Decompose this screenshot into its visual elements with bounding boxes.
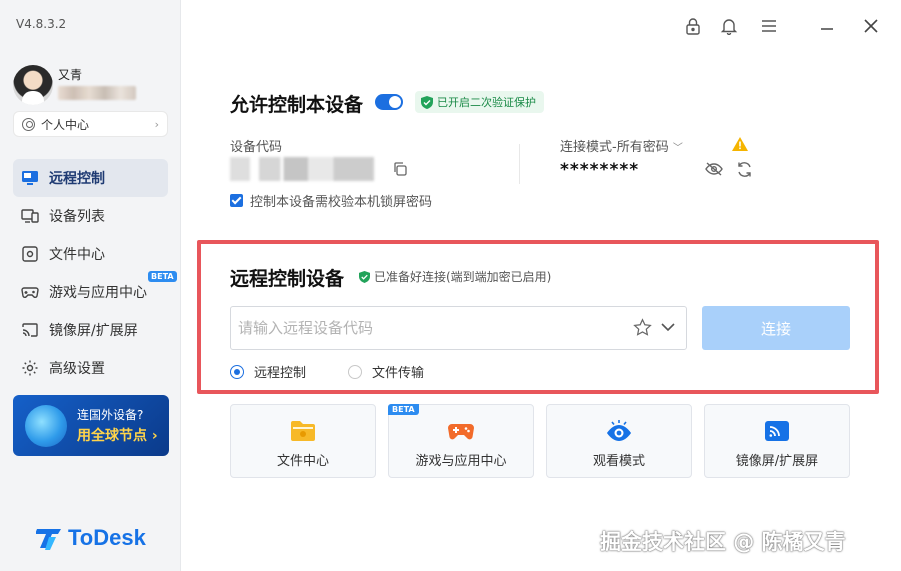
- option-label: 远程控制: [254, 366, 307, 381]
- connect-button[interactable]: 连接: [702, 306, 850, 350]
- radio-file-transfer[interactable]: [348, 364, 362, 379]
- cast-icon: [21, 321, 39, 339]
- bell-icon[interactable]: [717, 14, 741, 38]
- temporary-password: ********: [560, 160, 640, 180]
- remote-code-field[interactable]: [230, 306, 687, 350]
- tile-label: 游戏与应用中心: [415, 454, 507, 469]
- todesk-logo-icon: [36, 529, 61, 550]
- globe-icon: [25, 405, 67, 447]
- option-label: 文件传输: [372, 366, 425, 381]
- lock-icon[interactable]: [681, 14, 705, 38]
- two-factor-badge: 已开启二次验证保护: [415, 91, 544, 113]
- watermark: 掘金技术社区 @ 陈橘又青: [600, 530, 846, 554]
- promo-line2: 用全球节点 ›: [77, 428, 158, 444]
- tile-label: 观看模式: [592, 454, 645, 469]
- monitor-icon: [21, 169, 39, 187]
- sidebar-item-label: 高级设置: [49, 361, 105, 377]
- brand-name: ToDesk: [68, 525, 146, 550]
- chevron-down-icon[interactable]: [659, 318, 677, 340]
- tile-watch-mode[interactable]: 观看模式: [546, 404, 692, 478]
- lock-screen-checkbox-label: 控制本设备需校验本机锁屏密码: [250, 195, 433, 210]
- sidebar-item-mirror-screen[interactable]: 镜像屏/扩展屏: [13, 311, 168, 349]
- chevron-right-icon: ›: [154, 117, 159, 131]
- tile-label: 文件中心: [276, 454, 329, 469]
- version-label: V4.8.3.2: [16, 17, 67, 31]
- personal-center-label: 个人中心: [41, 117, 90, 132]
- divider: [519, 144, 520, 184]
- option-file-transfer[interactable]: 文件传输: [348, 362, 424, 381]
- allow-control-toggle[interactable]: [375, 94, 403, 110]
- gamepad-icon: [448, 424, 474, 440]
- lock-screen-checkbox-row[interactable]: 控制本设备需校验本机锁屏密码: [230, 191, 432, 210]
- two-factor-label: 已开启二次验证保护: [437, 96, 536, 109]
- tile-game-app-center[interactable]: BETA 游戏与应用中心: [388, 404, 534, 478]
- gear-icon: [21, 359, 39, 377]
- user-id-redacted: [58, 86, 136, 100]
- user-icon: [22, 117, 35, 131]
- connection-mode-dropdown[interactable]: 连接模式-所有密码 ﹀: [560, 136, 683, 155]
- lock-screen-checkbox[interactable]: [230, 194, 243, 207]
- personal-center-button[interactable]: 个人中心 ›: [13, 111, 168, 137]
- allow-control-title: 允许控制本设备: [230, 94, 364, 116]
- promo-line1: 连国外设备?: [77, 408, 144, 422]
- file-icon: [21, 245, 39, 263]
- sidebar: V4.8.3.2 又青 个人中心 › 远程控制 设备列表 文件中心 游戏与应用中…: [0, 0, 181, 571]
- refresh-icon[interactable]: [736, 161, 753, 182]
- remote-control-title: 远程控制设备: [230, 268, 345, 290]
- copy-icon[interactable]: [392, 161, 408, 181]
- devices-icon: [21, 207, 39, 225]
- sidebar-item-device-list[interactable]: 设备列表: [13, 197, 168, 235]
- sidebar-item-label: 远程控制: [49, 171, 105, 187]
- user-name: 又青: [58, 68, 83, 82]
- minimize-icon[interactable]: [815, 14, 839, 38]
- connection-ready-label: 已准备好连接(端到端加密已启用): [374, 270, 552, 284]
- sidebar-item-file-center[interactable]: 文件中心: [13, 235, 168, 273]
- sidebar-item-label: 设备列表: [49, 209, 105, 225]
- close-icon[interactable]: [859, 14, 883, 38]
- sidebar-nav: 远程控制 设备列表 文件中心 游戏与应用中心 BETA 镜像屏/扩展屏 高级设置: [13, 159, 177, 387]
- gamepad-icon: [21, 283, 39, 301]
- radio-remote-control[interactable]: [230, 364, 244, 379]
- eye-hidden-icon[interactable]: [705, 161, 723, 181]
- tile-mirror-screen[interactable]: 镜像屏/扩展屏: [704, 404, 850, 478]
- sidebar-item-label: 镜像屏/扩展屏: [49, 323, 138, 339]
- cast-icon: [765, 421, 789, 441]
- todesk-logo: ToDesk: [36, 525, 146, 551]
- connection-mode-label: 连接模式-所有密码: [560, 140, 669, 155]
- sidebar-item-game-app-center[interactable]: 游戏与应用中心 BETA: [13, 271, 177, 311]
- avatar[interactable]: [13, 65, 53, 105]
- sidebar-item-label: 文件中心: [49, 247, 105, 263]
- warning-icon[interactable]: [731, 136, 749, 156]
- tile-label: 镜像屏/扩展屏: [735, 454, 819, 469]
- connection-ready-status: 已准备好连接(端到端加密已启用): [359, 268, 551, 285]
- shield-check-icon: [359, 270, 370, 283]
- global-node-promo[interactable]: 连国外设备? 用全球节点 ›: [13, 395, 169, 456]
- beta-badge: BETA: [388, 404, 419, 415]
- sidebar-item-advanced-settings[interactable]: 高级设置: [13, 349, 168, 387]
- device-code-label: 设备代码: [230, 140, 283, 155]
- device-code-redacted: [230, 157, 374, 181]
- star-icon[interactable]: [633, 318, 652, 341]
- remote-code-input[interactable]: [231, 307, 621, 349]
- eye-watch-icon: [607, 420, 631, 441]
- sidebar-item-label: 游戏与应用中心: [49, 285, 147, 301]
- tile-file-center[interactable]: 文件中心: [230, 404, 376, 478]
- menu-icon[interactable]: [757, 14, 781, 38]
- beta-badge: BETA: [148, 271, 177, 282]
- folder-icon: [291, 421, 315, 441]
- option-remote-control[interactable]: 远程控制: [230, 362, 306, 381]
- chevron-down-icon: ﹀: [672, 143, 683, 154]
- sidebar-item-remote-control[interactable]: 远程控制: [13, 159, 168, 197]
- shield-icon: [421, 95, 433, 109]
